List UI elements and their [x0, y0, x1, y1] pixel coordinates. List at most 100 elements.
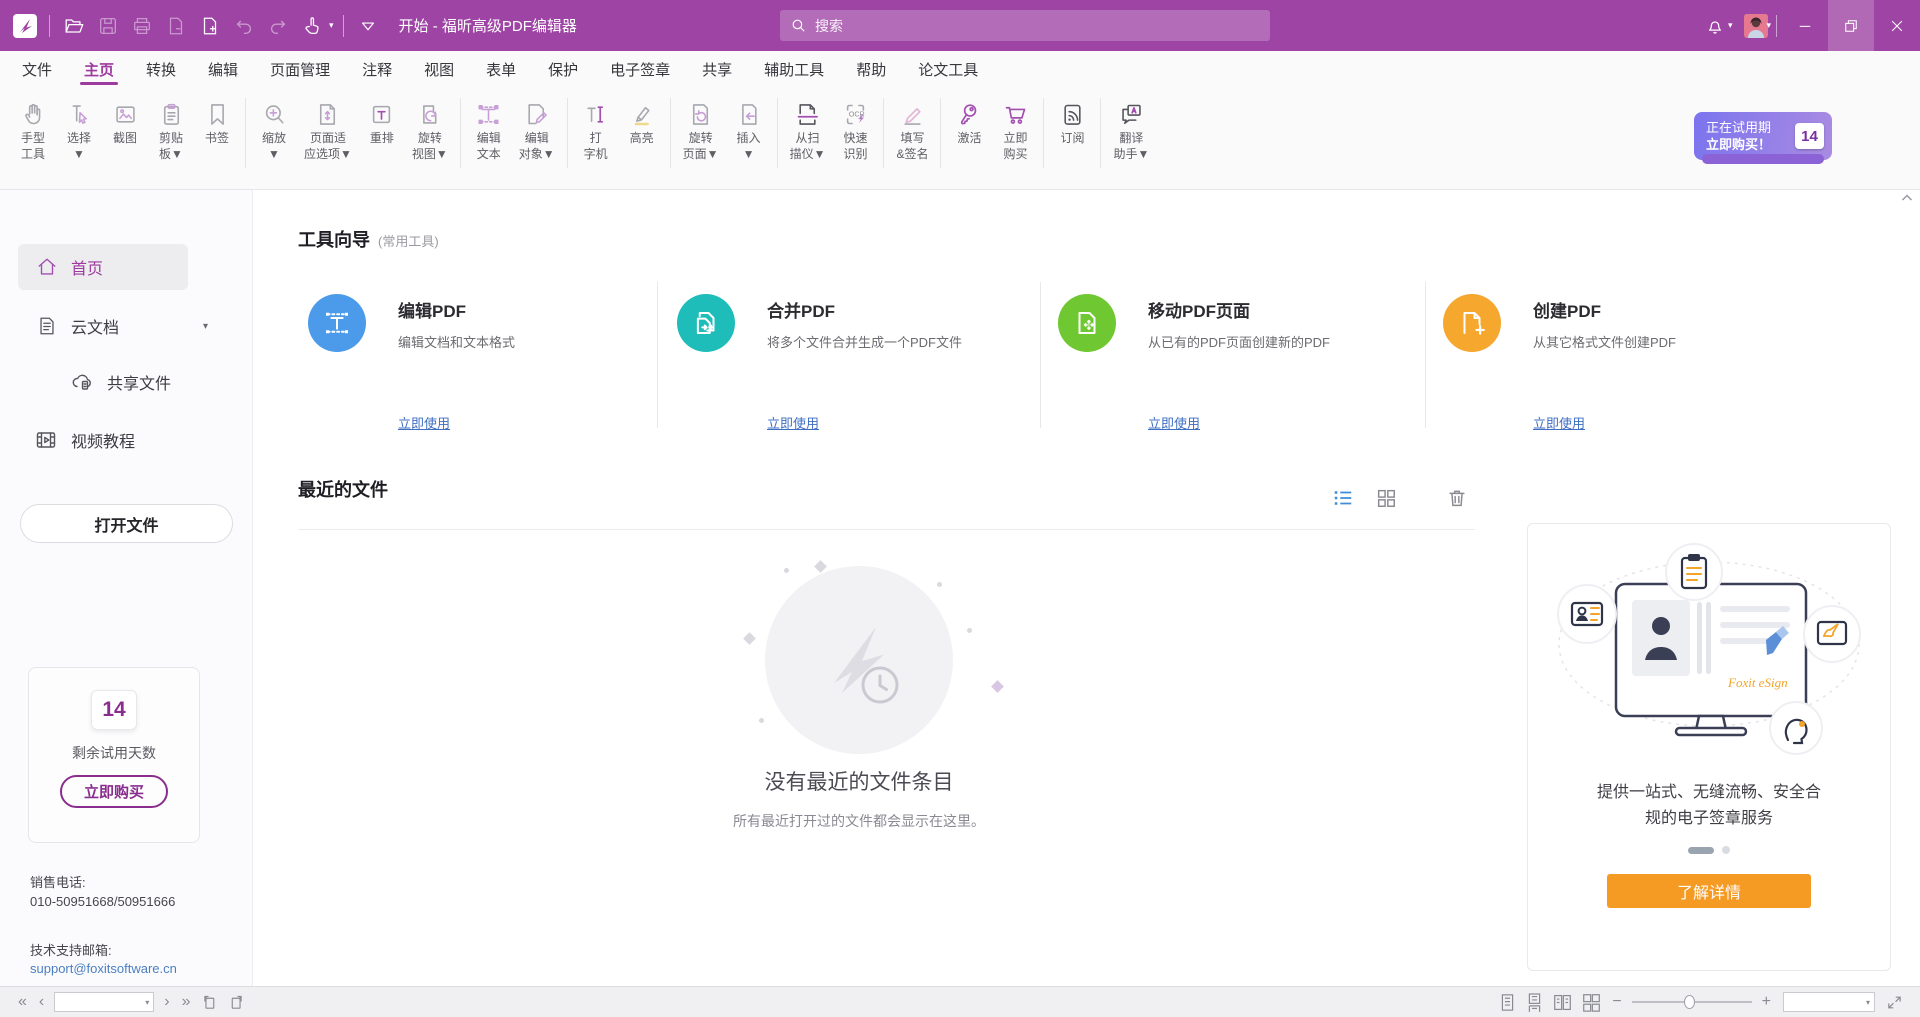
hand-tool-quick-icon[interactable]: [297, 10, 327, 42]
buy-now-button[interactable]: 立即 购买: [992, 96, 1038, 164]
buy-now-pill-button[interactable]: 立即购买: [60, 775, 168, 808]
open-file-icon[interactable]: [59, 10, 89, 42]
continuous-view-icon[interactable]: [1521, 993, 1548, 1012]
tool-card-merge-pdf[interactable]: 合并PDF 将多个文件合并生成一个PDF文件 立即使用: [667, 278, 1027, 443]
menu-protect[interactable]: 保护: [532, 51, 594, 88]
notifications-caret-icon[interactable]: ▾: [1728, 20, 1733, 31]
user-avatar[interactable]: [1744, 14, 1768, 38]
menu-paper-tools[interactable]: 论文工具: [902, 51, 994, 88]
minimize-button[interactable]: [1782, 0, 1828, 51]
zoom-percent-input[interactable]: [1784, 995, 1866, 1009]
tool-card-edit-pdf[interactable]: 编辑PDF 编辑文档和文本格式 立即使用: [298, 278, 658, 443]
menu-form[interactable]: 表单: [470, 51, 532, 88]
sparkle: [991, 680, 1004, 693]
tool-card-move-pages[interactable]: 移动PDF页面 从已有的PDF页面创建新的PDF 立即使用: [1048, 278, 1408, 443]
ribbon-collapse-icon[interactable]: [353, 10, 383, 42]
divider: [343, 15, 344, 37]
search-box[interactable]: [780, 10, 1270, 41]
support-email-link[interactable]: support@foxitsoftware.cn: [30, 961, 177, 976]
menu-comment[interactable]: 注释: [346, 51, 408, 88]
facing-continuous-view-icon[interactable]: [1577, 993, 1606, 1012]
menu-page-management[interactable]: 页面管理: [254, 51, 346, 88]
clipboard-button[interactable]: 剪贴 板▼: [148, 96, 194, 164]
notifications-bell-icon[interactable]: [1700, 10, 1730, 42]
rotate-view-button[interactable]: 旋转 视图▼: [405, 96, 455, 164]
account-caret-icon[interactable]: ▾: [1766, 20, 1771, 31]
fill-sign-button[interactable]: 填写 &签名: [889, 96, 935, 164]
reflow-button[interactable]: 重排: [359, 96, 405, 148]
use-now-link[interactable]: 立即使用: [398, 413, 450, 432]
zoom-percent-box[interactable]: ▾: [1783, 992, 1875, 1012]
hand-tool-caret-icon[interactable]: ▾: [329, 20, 334, 31]
rotate-pages-button[interactable]: 旋转 页面▼: [676, 96, 726, 164]
zoom-tool-button[interactable]: 缩放 ▼: [251, 96, 297, 164]
fullscreen-fit-icon[interactable]: [1881, 994, 1908, 1011]
zoom-in-icon[interactable]: +: [1756, 994, 1777, 1010]
card-divider: [657, 282, 658, 428]
carousel-dot[interactable]: [1722, 846, 1730, 854]
carousel-dot-active[interactable]: [1688, 847, 1714, 854]
menu-edit[interactable]: 编辑: [192, 51, 254, 88]
zoom-slider-thumb[interactable]: [1684, 995, 1695, 1009]
first-page-icon[interactable]: «: [12, 994, 33, 1010]
sidebar-item-shared-files[interactable]: 共享文件: [18, 362, 230, 402]
highlight-button[interactable]: 高亮: [619, 96, 665, 148]
zoom-slider[interactable]: [1632, 995, 1752, 1009]
use-now-link[interactable]: 立即使用: [1148, 413, 1200, 432]
tool-card-create-pdf[interactable]: 创建PDF 从其它格式文件创建PDF 立即使用: [1433, 278, 1793, 443]
grid-view-icon[interactable]: [1374, 486, 1398, 510]
menu-help[interactable]: 帮助: [840, 51, 902, 88]
search-input[interactable]: [815, 18, 1260, 34]
last-page-icon[interactable]: »: [176, 994, 197, 1010]
translate-assistant-button[interactable]: 翻译 助手▼: [1106, 96, 1156, 164]
menu-file[interactable]: 文件: [6, 51, 68, 88]
close-button[interactable]: [1874, 0, 1920, 51]
restore-button[interactable]: [1828, 0, 1874, 51]
page-number-input[interactable]: [55, 995, 145, 1009]
menu-share[interactable]: 共享: [686, 51, 748, 88]
bookmark-button[interactable]: 书签: [194, 96, 240, 148]
select-tool-button[interactable]: 选择 ▼: [56, 96, 102, 164]
edit-object-button[interactable]: 编辑 对象▼: [512, 96, 562, 164]
from-scanner-button[interactable]: 从扫 描仪▼: [783, 96, 833, 164]
zoom-out-icon[interactable]: −: [1606, 994, 1627, 1010]
menu-convert[interactable]: 转换: [130, 51, 192, 88]
search-icon: [790, 17, 807, 34]
sidebar-item-home[interactable]: 首页: [18, 244, 188, 290]
use-now-link[interactable]: 立即使用: [767, 413, 819, 432]
use-now-link[interactable]: 立即使用: [1533, 413, 1585, 432]
hand-tool-button[interactable]: 手型 工具: [10, 96, 56, 164]
menu-accessibility[interactable]: 辅助工具: [748, 51, 840, 88]
insert-pages-button[interactable]: 插入 ▼: [726, 96, 772, 164]
sidebar-item-cloud-docs[interactable]: 云文档 ▾: [18, 304, 230, 348]
subscribe-button[interactable]: 订阅: [1049, 96, 1095, 148]
trial-banner[interactable]: 正在试用期 立即购买！ 14: [1694, 112, 1832, 160]
zoom-caret-icon[interactable]: ▾: [1866, 998, 1874, 1007]
quick-ocr-button[interactable]: OCR 快速 识别: [832, 96, 878, 164]
cloud-docs-caret-icon[interactable]: ▾: [203, 321, 230, 332]
learn-more-button[interactable]: 了解详情: [1607, 874, 1811, 908]
list-view-icon[interactable]: [1331, 486, 1355, 510]
single-page-view-icon[interactable]: [1494, 993, 1521, 1012]
page-fit-button[interactable]: 页面适 应选项▼: [297, 96, 359, 164]
next-page-icon[interactable]: ›: [158, 994, 175, 1010]
open-file-button[interactable]: 打开文件: [20, 504, 233, 543]
page-add-icon[interactable]: [195, 10, 225, 42]
facing-view-icon[interactable]: [1548, 993, 1577, 1012]
menu-home[interactable]: 主页: [68, 51, 130, 88]
prev-view-icon[interactable]: [196, 994, 223, 1011]
trash-icon[interactable]: [1445, 486, 1469, 510]
typewriter-button[interactable]: 打 字机: [573, 96, 619, 164]
snapshot-button[interactable]: 截图: [102, 96, 148, 148]
page-caret-icon[interactable]: ▾: [145, 998, 153, 1007]
edit-text-button[interactable]: 编辑 文本: [466, 96, 512, 164]
activate-button[interactable]: 激活: [946, 96, 992, 148]
sidebar-item-video-tutorials[interactable]: 视频教程: [18, 418, 230, 462]
page-number-box[interactable]: ▾: [54, 992, 154, 1012]
menu-esign[interactable]: 电子签章: [594, 51, 686, 88]
tools-section-subtitle: (常用工具): [378, 231, 439, 250]
scroll-up-icon[interactable]: [1900, 192, 1914, 204]
menu-view[interactable]: 视图: [408, 51, 470, 88]
next-view-icon[interactable]: [223, 994, 250, 1011]
prev-page-icon[interactable]: ‹: [33, 994, 50, 1010]
